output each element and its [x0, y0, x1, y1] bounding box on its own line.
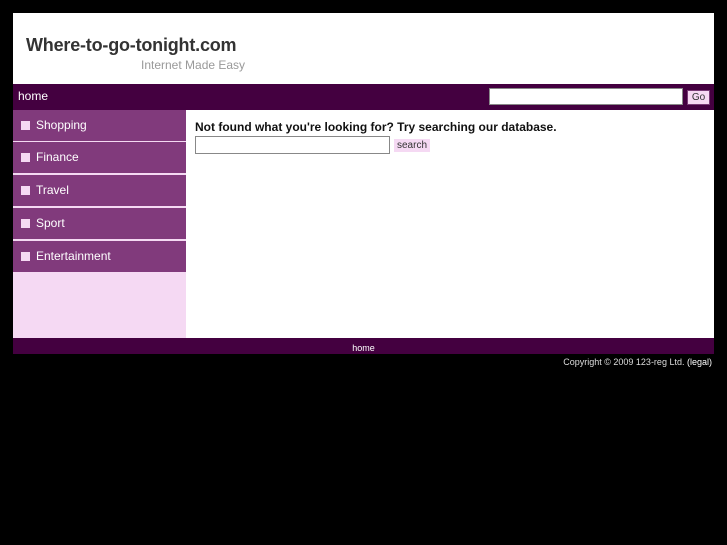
sidebar-item-label: Travel [36, 183, 69, 197]
site-title[interactable]: Where-to-go-tonight.com [26, 35, 237, 56]
go-button[interactable]: Go [687, 90, 710, 105]
nav-home-link[interactable]: home [18, 89, 48, 103]
square-bullet-icon [21, 252, 30, 261]
footer-nav-bar: home [13, 338, 714, 354]
top-search-input[interactable] [489, 88, 683, 105]
site-tagline: Internet Made Easy [141, 58, 246, 72]
legal-link[interactable]: (legal) [687, 357, 712, 367]
sidebar-item-finance[interactable]: Finance [13, 142, 186, 173]
sidebar-item-sport[interactable]: Sport [13, 208, 186, 239]
square-bullet-icon [21, 121, 30, 130]
sidebar: Shopping Finance Travel Sport Entertainm… [13, 110, 186, 338]
sidebar-item-shopping[interactable]: Shopping [13, 110, 186, 141]
sidebar-item-label: Sport [36, 216, 65, 230]
square-bullet-icon [21, 186, 30, 195]
site-header: Where-to-go-tonight.com Internet Made Ea… [13, 13, 714, 84]
main-area: Shopping Finance Travel Sport Entertainm… [13, 110, 714, 338]
sidebar-item-entertainment[interactable]: Entertainment [13, 241, 186, 272]
database-search-input[interactable] [195, 136, 390, 154]
search-button[interactable]: search [394, 139, 431, 152]
not-found-heading: Not found what you're looking for? Try s… [195, 120, 557, 134]
main-content: Not found what you're looking for? Try s… [186, 110, 714, 338]
sidebar-item-label: Shopping [36, 118, 87, 132]
footer-home-link[interactable]: home [352, 343, 375, 353]
square-bullet-icon [21, 153, 30, 162]
square-bullet-icon [21, 219, 30, 228]
sidebar-item-label: Entertainment [36, 249, 111, 263]
sidebar-item-label: Finance [36, 150, 79, 164]
page-frame: Where-to-go-tonight.com Internet Made Ea… [13, 13, 714, 354]
copyright-notice: Copyright © 2009 123-reg Ltd. (legal) [563, 357, 712, 367]
sidebar-item-travel[interactable]: Travel [13, 175, 186, 206]
copyright-text: Copyright © 2009 123-reg Ltd. [563, 357, 685, 367]
top-nav-bar: home Go [13, 84, 714, 110]
